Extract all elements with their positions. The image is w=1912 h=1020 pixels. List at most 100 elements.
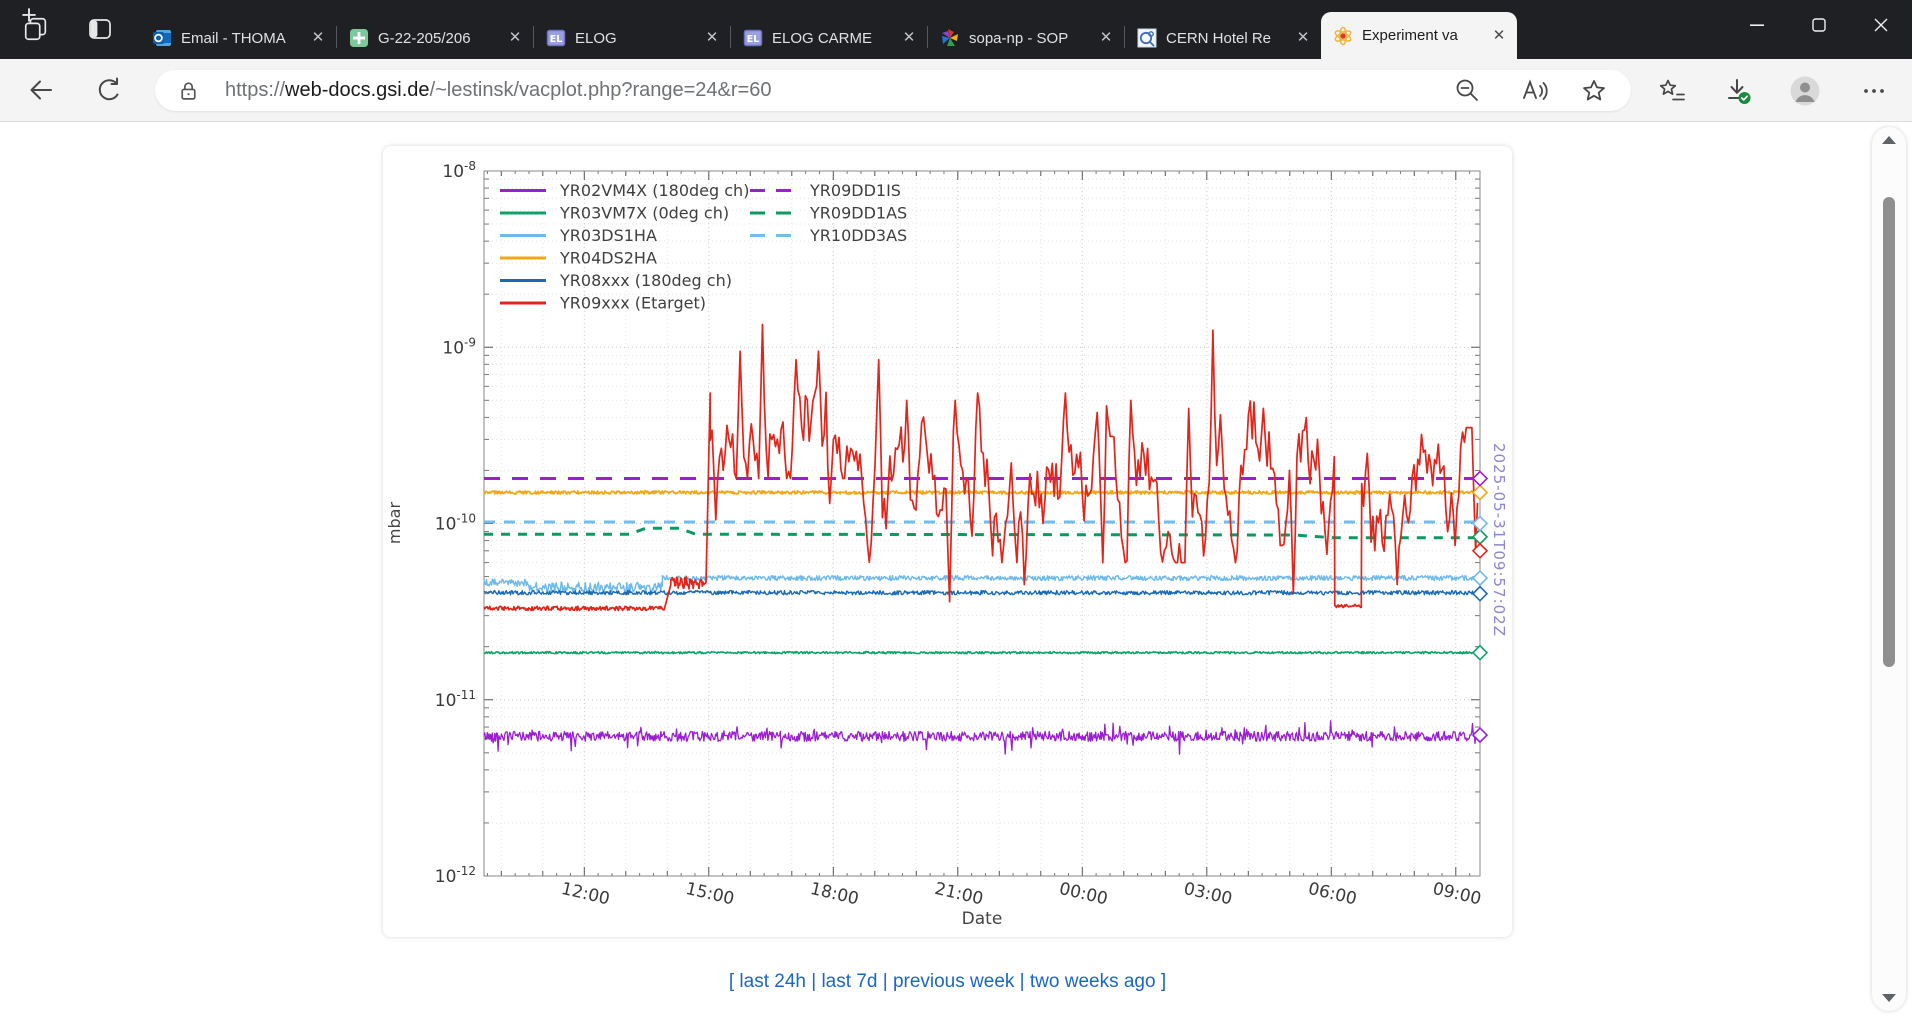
range-link[interactable]: last 7d bbox=[821, 971, 877, 992]
series-YR02VM4X (180deg ch) bbox=[484, 721, 1480, 754]
workspaces-icon[interactable] bbox=[20, 13, 52, 45]
settings-menu-icon[interactable] bbox=[1857, 74, 1891, 108]
legend-label: YR08xxx (180deg ch) bbox=[559, 271, 732, 290]
y-tick-label: 10-11 bbox=[435, 688, 476, 711]
range-links: [ last 24h | last 7d | previous week | t… bbox=[383, 971, 1512, 993]
x-tick-label: 18:00 bbox=[808, 879, 860, 910]
site-info-lock-icon[interactable] bbox=[177, 79, 200, 102]
series-YR03DS1HA bbox=[484, 576, 1480, 593]
read-aloud-icon[interactable] bbox=[1517, 74, 1551, 108]
legend-label: YR09DD1IS bbox=[809, 181, 901, 200]
y-tick-label: 10-10 bbox=[435, 512, 476, 535]
series-YR09xxx (Etarget) bbox=[484, 324, 1478, 610]
x-tick-label: 15:00 bbox=[684, 879, 736, 910]
tab-close-icon[interactable]: ✕ bbox=[1295, 30, 1311, 46]
tab-title: Email - THOMA bbox=[181, 30, 304, 47]
svg-text:EL: EL bbox=[550, 34, 563, 45]
atom-favicon bbox=[1333, 26, 1353, 46]
series-YR04DS2HA bbox=[484, 491, 1480, 494]
svg-text:EL: EL bbox=[747, 34, 760, 45]
window-controls bbox=[1726, 0, 1912, 50]
back-button[interactable] bbox=[24, 73, 58, 107]
series-YR03VM7X (0deg ch) bbox=[484, 652, 1480, 654]
favorite-star-icon[interactable] bbox=[1577, 74, 1611, 108]
url-scheme: https:// bbox=[225, 79, 285, 101]
range-link[interactable]: last 24h bbox=[739, 971, 806, 992]
profile-avatar[interactable] bbox=[1788, 74, 1822, 108]
tab-title: Experiment va bbox=[1362, 27, 1485, 44]
plot-timestamp: 2025-05-31T09:57:02Z bbox=[1490, 443, 1508, 637]
zoom-out-icon[interactable] bbox=[1451, 74, 1485, 108]
tab-title: ELOG CARME bbox=[772, 30, 895, 47]
series-end-marker bbox=[1473, 587, 1487, 601]
series-YR09DD1AS bbox=[484, 528, 1480, 538]
browser-tab[interactable]: sopa-np - SOP ✕ bbox=[928, 17, 1124, 59]
tab-strip: Email - THOMA ✕ G-22-205/206 ✕ EL ELOG ✕ EL ELOG… bbox=[140, 12, 1517, 59]
page-content: 10-810-910-1010-1110-1212:0015:0018:0021… bbox=[0, 123, 1912, 1020]
close-window-button[interactable] bbox=[1850, 0, 1912, 50]
url-text[interactable]: https://web-docs.gsi.de/~lestinsk/vacplo… bbox=[225, 79, 771, 102]
legend-label: YR09xxx (Etarget) bbox=[559, 294, 706, 313]
tab-close-icon[interactable]: ✕ bbox=[507, 30, 523, 46]
series-end-marker bbox=[1473, 485, 1487, 499]
legend-label: YR03DS1HA bbox=[559, 226, 657, 245]
sheet-favicon bbox=[349, 28, 369, 48]
x-tick-label: 00:00 bbox=[1057, 879, 1109, 910]
elog-favicon: EL bbox=[546, 28, 566, 48]
browser-tab[interactable]: G-22-205/206 ✕ bbox=[337, 17, 533, 59]
tab-layout-icon[interactable] bbox=[84, 13, 116, 45]
series-end-marker bbox=[1473, 472, 1487, 486]
tab-close-icon[interactable]: ✕ bbox=[310, 30, 326, 46]
tab-title: CERN Hotel Re bbox=[1166, 30, 1289, 47]
browser-tab[interactable]: Experiment va ✕ bbox=[1321, 12, 1517, 59]
url-path: /~lestinsk/vacplot.php?range=24&r=60 bbox=[430, 79, 772, 101]
cern-favicon bbox=[1137, 28, 1157, 48]
x-tick-label: 06:00 bbox=[1306, 879, 1358, 910]
browser-tab[interactable]: Email - THOMA ✕ bbox=[140, 17, 336, 59]
tab-close-icon[interactable]: ✕ bbox=[1098, 30, 1114, 46]
legend-label: YR10DD3AS bbox=[809, 226, 907, 245]
tab-close-icon[interactable]: ✕ bbox=[704, 30, 720, 46]
scroll-down-icon[interactable] bbox=[1882, 994, 1896, 1002]
scrollbar[interactable] bbox=[1872, 127, 1906, 1011]
x-axis-label: Date bbox=[962, 909, 1003, 929]
browser-tab[interactable]: CERN Hotel Re ✕ bbox=[1125, 17, 1321, 59]
legend-label: YR04DS2HA bbox=[559, 249, 657, 268]
scrollbar-thumb[interactable] bbox=[1883, 197, 1895, 667]
minimize-button[interactable] bbox=[1726, 0, 1788, 50]
refresh-button[interactable] bbox=[91, 73, 125, 107]
series-end-marker bbox=[1473, 646, 1487, 660]
browser-tab[interactable]: EL ELOG CARME ✕ bbox=[731, 17, 927, 59]
address-bar[interactable]: https://web-docs.gsi.de/~lestinsk/vacplo… bbox=[155, 70, 1631, 111]
tab-close-icon[interactable]: ✕ bbox=[1491, 28, 1507, 44]
maximize-button[interactable] bbox=[1788, 0, 1850, 50]
legend-label: YR02VM4X (180deg ch) bbox=[559, 181, 749, 200]
y-tick-label: 10-9 bbox=[442, 335, 476, 358]
vacuum-plot-card: 10-810-910-1010-1110-1212:0015:0018:0021… bbox=[383, 146, 1512, 937]
outlook-favicon bbox=[152, 28, 172, 48]
x-tick-label: 03:00 bbox=[1182, 879, 1234, 910]
y-axis-label: mbar bbox=[385, 502, 404, 545]
tab-title: sopa-np - SOP bbox=[969, 30, 1092, 47]
downloads-icon[interactable] bbox=[1721, 74, 1755, 108]
url-host: web-docs.gsi.de bbox=[285, 79, 430, 101]
browser-toolbar: https://web-docs.gsi.de/~lestinsk/vacplo… bbox=[0, 59, 1912, 122]
y-tick-label: 10-12 bbox=[435, 864, 476, 887]
x-tick-label: 12:00 bbox=[559, 879, 611, 910]
tab-title: ELOG bbox=[575, 30, 698, 47]
tab-close-icon[interactable]: ✕ bbox=[901, 30, 917, 46]
browser-titlebar: Email - THOMA ✕ G-22-205/206 ✕ EL ELOG ✕ EL ELOG… bbox=[0, 0, 1912, 59]
x-tick-label: 21:00 bbox=[933, 879, 985, 910]
favorites-bar-icon[interactable] bbox=[1655, 74, 1689, 108]
series-end-marker bbox=[1473, 571, 1487, 585]
legend-label: YR03VM7X (0deg ch) bbox=[559, 204, 729, 223]
pinwheel-favicon bbox=[940, 28, 960, 48]
vacuum-pressure-chart: 10-810-910-1010-1110-1212:0015:0018:0021… bbox=[383, 146, 1512, 937]
tab-title: G-22-205/206 bbox=[378, 30, 501, 47]
range-link[interactable]: previous week bbox=[893, 971, 1014, 992]
range-link[interactable]: two weeks ago bbox=[1030, 971, 1156, 992]
scroll-up-icon[interactable] bbox=[1882, 136, 1896, 144]
browser-tab[interactable]: EL ELOG ✕ bbox=[534, 17, 730, 59]
legend-label: YR09DD1AS bbox=[809, 204, 907, 223]
elog-favicon: EL bbox=[743, 28, 763, 48]
